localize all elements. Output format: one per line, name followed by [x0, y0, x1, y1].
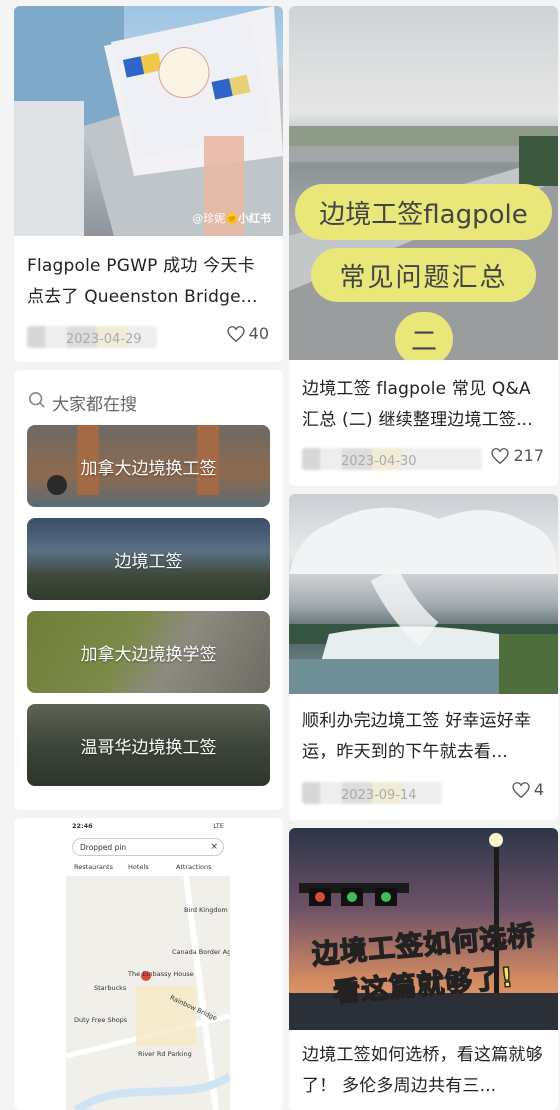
search-suggestions: 大家都在搜 加拿大边境换工签 边境工签 加拿大边境换学签 温哥华边境换工签	[14, 370, 283, 810]
post-card-niagara[interactable]: 顺利办完边境工签 好幸运好幸运，昨天到的下午就去看... 2023-09-14 …	[289, 494, 558, 820]
post-title: 顺利办完边境工签 好幸运好幸运，昨天到的下午就去看...	[302, 711, 532, 762]
map-label: Starbucks	[94, 984, 127, 992]
search-chip[interactable]: 边境工签	[27, 518, 270, 600]
post-meta: 2023-04-29 40	[14, 324, 283, 352]
post-title: 边境工签如何选桥，看这篇就够了！ 多伦多周边共有三...	[302, 1045, 543, 1096]
search-chip-label: 加拿大边境换学签	[80, 644, 217, 665]
post-date: 2023-09-14	[341, 788, 417, 803]
post-card-flagpole-qa[interactable]: 边境工签flagpole 常见问题汇总 二 边境工签 flagpole 常见 Q…	[289, 6, 558, 486]
image-overlay-subtitle: 常见问题汇总	[311, 248, 536, 302]
post-image-bridge-guide: 边境工签如何选桥 看这篇就够了!	[289, 828, 558, 1030]
heart-icon	[226, 325, 245, 342]
map-header: 22:46 LTE Dropped pin × Restaurants Hote…	[66, 818, 230, 876]
search-chip-label: 边境工签	[114, 551, 183, 572]
map-label: Duty Free Shops	[74, 1016, 128, 1024]
map-filter: Restaurants	[74, 863, 113, 871]
search-chip-label: 加拿大边境换工签	[80, 458, 217, 479]
heart-icon	[512, 781, 530, 798]
like-button[interactable]: 217	[491, 446, 544, 465]
image-overlay-title: 边境工签flagpole	[295, 184, 552, 240]
map-label: River Rd Parking	[138, 1050, 192, 1058]
search-header[interactable]: 大家都在搜	[28, 390, 137, 415]
like-button[interactable]: 40	[226, 324, 269, 343]
search-chip-label: 温哥华边境换工签	[80, 737, 217, 758]
close-icon: ×	[210, 842, 218, 852]
map-label: Canada Border Agency - Rai	[172, 948, 230, 956]
map-label: The Embassy House	[128, 970, 194, 978]
search-chip[interactable]: 加拿大边境换工签	[27, 425, 270, 507]
search-header-label: 大家都在搜	[52, 395, 137, 415]
like-count: 217	[513, 446, 544, 465]
post-title: Flagpole PGWP 成功 今天卡点去了 Queenston Bridge…	[27, 256, 258, 307]
like-count: 40	[248, 324, 269, 343]
post-meta: 2023-09-14 4	[289, 780, 558, 808]
post-image-flagpole-qa: 边境工签flagpole 常见问题汇总 二	[289, 6, 558, 360]
user-watermark: @珍妮🌞	[192, 212, 239, 225]
post-meta: 2023-04-30 217	[289, 446, 558, 474]
like-button[interactable]: 4	[512, 780, 544, 799]
map-signal: LTE	[213, 822, 224, 830]
heart-icon	[491, 447, 510, 464]
map-filter: Attractions	[176, 863, 212, 871]
map-time: 22:46	[72, 822, 93, 830]
post-date: 2023-04-29	[66, 332, 142, 347]
post-card-queenston[interactable]: @珍妮🌞 小红书 Flagpole PGWP 成功 今天卡点去了 Queenst…	[14, 6, 283, 362]
post-image-queenston: @珍妮🌞 小红书	[14, 6, 283, 236]
app-watermark: 小红书	[238, 212, 271, 225]
like-count: 4	[533, 780, 544, 799]
search-chip[interactable]: 加拿大边境换学签	[27, 611, 270, 693]
search-chip[interactable]: 温哥华边境换工签	[27, 704, 270, 786]
map-filter: Hotels	[128, 863, 149, 871]
map-label: Bird Kingdom	[184, 906, 228, 914]
post-card-map[interactable]: 22:46 LTE Dropped pin × Restaurants Hote…	[14, 818, 283, 1110]
post-image-niagara	[289, 494, 558, 694]
image-overlay-number: 二	[395, 312, 453, 360]
search-icon	[28, 391, 46, 414]
post-title: 边境工签 flagpole 常见 Q&A 汇总 (二) 继续整理边境工签...	[302, 379, 533, 430]
map-pin-label: Dropped pin	[80, 843, 127, 852]
post-card-bridge-guide[interactable]: 边境工签如何选桥 看这篇就够了! 边境工签如何选桥，看这篇就够了！ 多伦多周边共…	[289, 828, 558, 1110]
post-image-map: 22:46 LTE Dropped pin × Restaurants Hote…	[66, 818, 230, 1110]
post-date: 2023-04-30	[341, 454, 417, 469]
